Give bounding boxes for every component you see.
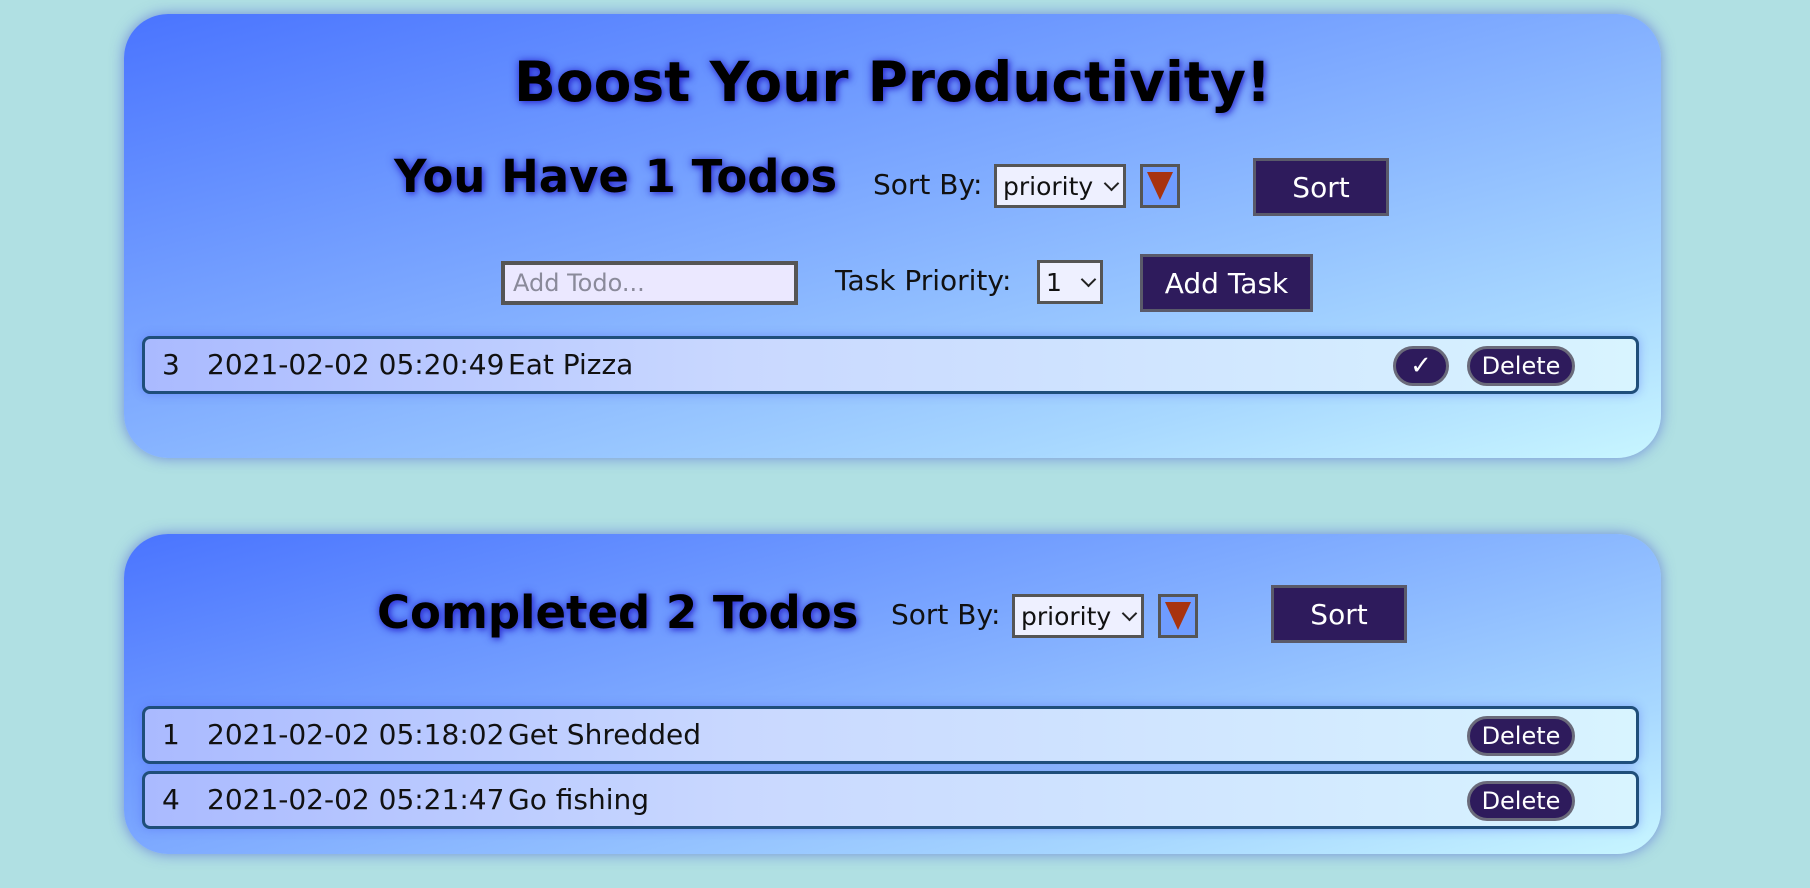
sort-button[interactable]: Sort [1271,585,1407,643]
completed-panel: Completed 2 Todos Sort By: priority Sort… [124,534,1661,854]
todo-text: Get Shredded [508,718,701,751]
todo-text: Eat Pizza [508,348,634,381]
todo-date: 2021-02-02 05:18:02 [207,718,505,751]
sort-by-label: Sort By: [891,598,1001,631]
add-task-button[interactable]: Add Task [1140,254,1313,312]
delete-button[interactable]: Delete [1467,781,1575,821]
chevron-down-icon [1080,271,1097,287]
todo-id: 4 [162,783,180,816]
todos-count-heading: You Have 1 Todos [394,150,838,203]
completed-count-heading: Completed 2 Todos [377,586,859,639]
complete-button[interactable]: ✓ [1393,346,1449,386]
todo-date: 2021-02-02 05:20:49 [207,348,505,381]
sort-by-label: Sort By: [873,168,983,201]
task-priority-value: 1 [1046,267,1062,297]
sort-by-select[interactable]: priority [1012,594,1144,638]
sort-by-select-value: priority [1003,171,1094,201]
todo-panel: Boost Your Productivity! You Have 1 Todo… [124,14,1661,458]
todo-id: 1 [162,718,180,751]
todo-text: Go fishing [508,783,649,816]
triangle-down-icon [1165,602,1191,630]
add-todo-input[interactable] [501,261,798,305]
chevron-down-icon [1103,175,1120,191]
todo-row: 3 2021-02-02 05:20:49 Eat Pizza ✓ Delete [142,336,1639,394]
sort-direction-toggle[interactable] [1140,164,1180,208]
sort-by-select[interactable]: priority [994,164,1126,208]
chevron-down-icon [1121,605,1138,621]
delete-button[interactable]: Delete [1467,716,1575,756]
page-title: Boost Your Productivity! [513,50,1272,114]
sort-by-select-value: priority [1021,601,1112,631]
triangle-down-icon [1147,172,1173,200]
sort-button[interactable]: Sort [1253,158,1389,216]
completed-row: 1 2021-02-02 05:18:02 Get Shredded Delet… [142,706,1639,764]
todo-id: 3 [162,348,180,381]
sort-direction-toggle[interactable] [1158,594,1198,638]
completed-row: 4 2021-02-02 05:21:47 Go fishing Delete [142,771,1639,829]
task-priority-label: Task Priority: [835,264,1012,297]
todo-date: 2021-02-02 05:21:47 [207,783,505,816]
task-priority-select[interactable]: 1 [1037,260,1103,304]
delete-button[interactable]: Delete [1467,346,1575,386]
